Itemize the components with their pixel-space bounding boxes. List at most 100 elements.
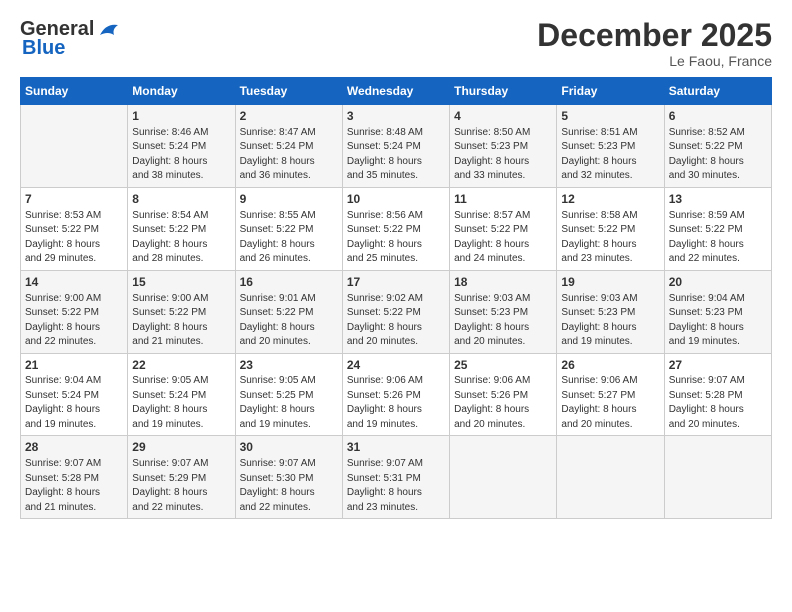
calendar-cell: 14Sunrise: 9:00 AMSunset: 5:22 PMDayligh… <box>21 270 128 353</box>
calendar-cell: 17Sunrise: 9:02 AMSunset: 5:22 PMDayligh… <box>342 270 449 353</box>
calendar-cell <box>664 436 771 519</box>
title-area: December 2025 Le Faou, France <box>537 18 772 69</box>
day-number: 3 <box>347 108 445 125</box>
calendar-cell: 22Sunrise: 9:05 AMSunset: 5:24 PMDayligh… <box>128 353 235 436</box>
day-info: Sunrise: 9:04 AMSunset: 5:24 PMDaylight:… <box>25 374 123 432</box>
day-info: Sunrise: 8:54 AMSunset: 5:22 PMDaylight:… <box>132 209 230 267</box>
month-title: December 2025 <box>537 18 772 53</box>
calendar-cell: 6Sunrise: 8:52 AMSunset: 5:22 PMDaylight… <box>664 105 771 188</box>
calendar-cell: 5Sunrise: 8:51 AMSunset: 5:23 PMDaylight… <box>557 105 664 188</box>
week-row-3: 14Sunrise: 9:00 AMSunset: 5:22 PMDayligh… <box>21 270 772 353</box>
day-number: 16 <box>240 274 338 291</box>
weekday-header-tuesday: Tuesday <box>235 78 342 105</box>
day-number: 9 <box>240 191 338 208</box>
calendar-cell: 26Sunrise: 9:06 AMSunset: 5:27 PMDayligh… <box>557 353 664 436</box>
day-info: Sunrise: 9:00 AMSunset: 5:22 PMDaylight:… <box>25 292 123 350</box>
day-info: Sunrise: 9:04 AMSunset: 5:23 PMDaylight:… <box>669 292 767 350</box>
day-number: 29 <box>132 439 230 456</box>
calendar-cell: 2Sunrise: 8:47 AMSunset: 5:24 PMDaylight… <box>235 105 342 188</box>
calendar-cell: 24Sunrise: 9:06 AMSunset: 5:26 PMDayligh… <box>342 353 449 436</box>
day-number: 21 <box>25 357 123 374</box>
day-info: Sunrise: 8:47 AMSunset: 5:24 PMDaylight:… <box>240 126 338 184</box>
day-number: 11 <box>454 191 552 208</box>
day-info: Sunrise: 8:52 AMSunset: 5:22 PMDaylight:… <box>669 126 767 184</box>
day-info: Sunrise: 9:07 AMSunset: 5:29 PMDaylight:… <box>132 457 230 515</box>
day-info: Sunrise: 9:05 AMSunset: 5:24 PMDaylight:… <box>132 374 230 432</box>
calendar-cell <box>557 436 664 519</box>
calendar-table: SundayMondayTuesdayWednesdayThursdayFrid… <box>20 77 772 519</box>
day-number: 18 <box>454 274 552 291</box>
day-info: Sunrise: 8:46 AMSunset: 5:24 PMDaylight:… <box>132 126 230 184</box>
calendar-cell: 20Sunrise: 9:04 AMSunset: 5:23 PMDayligh… <box>664 270 771 353</box>
logo: General Blue <box>20 18 120 60</box>
day-info: Sunrise: 9:03 AMSunset: 5:23 PMDaylight:… <box>561 292 659 350</box>
day-number: 6 <box>669 108 767 125</box>
calendar-cell: 1Sunrise: 8:46 AMSunset: 5:24 PMDaylight… <box>128 105 235 188</box>
calendar-cell: 18Sunrise: 9:03 AMSunset: 5:23 PMDayligh… <box>450 270 557 353</box>
day-info: Sunrise: 9:06 AMSunset: 5:26 PMDaylight:… <box>454 374 552 432</box>
day-number: 7 <box>25 191 123 208</box>
weekday-header-saturday: Saturday <box>664 78 771 105</box>
weekday-header-wednesday: Wednesday <box>342 78 449 105</box>
day-info: Sunrise: 8:51 AMSunset: 5:23 PMDaylight:… <box>561 126 659 184</box>
calendar-cell <box>450 436 557 519</box>
day-info: Sunrise: 9:06 AMSunset: 5:27 PMDaylight:… <box>561 374 659 432</box>
day-number: 28 <box>25 439 123 456</box>
day-info: Sunrise: 9:07 AMSunset: 5:31 PMDaylight:… <box>347 457 445 515</box>
calendar-cell: 12Sunrise: 8:58 AMSunset: 5:22 PMDayligh… <box>557 187 664 270</box>
logo-blue-text: Blue <box>22 37 65 60</box>
calendar-cell: 11Sunrise: 8:57 AMSunset: 5:22 PMDayligh… <box>450 187 557 270</box>
day-number: 19 <box>561 274 659 291</box>
calendar-cell: 27Sunrise: 9:07 AMSunset: 5:28 PMDayligh… <box>664 353 771 436</box>
weekday-header-row: SundayMondayTuesdayWednesdayThursdayFrid… <box>21 78 772 105</box>
weekday-header-thursday: Thursday <box>450 78 557 105</box>
week-row-4: 21Sunrise: 9:04 AMSunset: 5:24 PMDayligh… <box>21 353 772 436</box>
day-info: Sunrise: 9:06 AMSunset: 5:26 PMDaylight:… <box>347 374 445 432</box>
day-number: 22 <box>132 357 230 374</box>
calendar-cell: 21Sunrise: 9:04 AMSunset: 5:24 PMDayligh… <box>21 353 128 436</box>
week-row-1: 1Sunrise: 8:46 AMSunset: 5:24 PMDaylight… <box>21 105 772 188</box>
day-info: Sunrise: 8:50 AMSunset: 5:23 PMDaylight:… <box>454 126 552 184</box>
day-number: 10 <box>347 191 445 208</box>
calendar-cell: 30Sunrise: 9:07 AMSunset: 5:30 PMDayligh… <box>235 436 342 519</box>
weekday-header-monday: Monday <box>128 78 235 105</box>
calendar-cell <box>21 105 128 188</box>
day-number: 2 <box>240 108 338 125</box>
day-info: Sunrise: 8:55 AMSunset: 5:22 PMDaylight:… <box>240 209 338 267</box>
day-info: Sunrise: 9:07 AMSunset: 5:28 PMDaylight:… <box>669 374 767 432</box>
week-row-2: 7Sunrise: 8:53 AMSunset: 5:22 PMDaylight… <box>21 187 772 270</box>
day-number: 30 <box>240 439 338 456</box>
day-info: Sunrise: 9:00 AMSunset: 5:22 PMDaylight:… <box>132 292 230 350</box>
day-info: Sunrise: 8:48 AMSunset: 5:24 PMDaylight:… <box>347 126 445 184</box>
calendar-cell: 29Sunrise: 9:07 AMSunset: 5:29 PMDayligh… <box>128 436 235 519</box>
calendar-cell: 9Sunrise: 8:55 AMSunset: 5:22 PMDaylight… <box>235 187 342 270</box>
calendar-cell: 31Sunrise: 9:07 AMSunset: 5:31 PMDayligh… <box>342 436 449 519</box>
calendar-cell: 7Sunrise: 8:53 AMSunset: 5:22 PMDaylight… <box>21 187 128 270</box>
day-info: Sunrise: 8:58 AMSunset: 5:22 PMDaylight:… <box>561 209 659 267</box>
calendar-cell: 23Sunrise: 9:05 AMSunset: 5:25 PMDayligh… <box>235 353 342 436</box>
day-number: 5 <box>561 108 659 125</box>
calendar-cell: 19Sunrise: 9:03 AMSunset: 5:23 PMDayligh… <box>557 270 664 353</box>
calendar-cell: 13Sunrise: 8:59 AMSunset: 5:22 PMDayligh… <box>664 187 771 270</box>
day-number: 31 <box>347 439 445 456</box>
weekday-header-sunday: Sunday <box>21 78 128 105</box>
day-number: 13 <box>669 191 767 208</box>
day-info: Sunrise: 9:07 AMSunset: 5:30 PMDaylight:… <box>240 457 338 515</box>
day-info: Sunrise: 8:56 AMSunset: 5:22 PMDaylight:… <box>347 209 445 267</box>
week-row-5: 28Sunrise: 9:07 AMSunset: 5:28 PMDayligh… <box>21 436 772 519</box>
location: Le Faou, France <box>537 53 772 69</box>
calendar-cell: 25Sunrise: 9:06 AMSunset: 5:26 PMDayligh… <box>450 353 557 436</box>
calendar-cell: 28Sunrise: 9:07 AMSunset: 5:28 PMDayligh… <box>21 436 128 519</box>
calendar-cell: 10Sunrise: 8:56 AMSunset: 5:22 PMDayligh… <box>342 187 449 270</box>
day-info: Sunrise: 8:59 AMSunset: 5:22 PMDaylight:… <box>669 209 767 267</box>
day-number: 1 <box>132 108 230 125</box>
day-number: 27 <box>669 357 767 374</box>
day-number: 25 <box>454 357 552 374</box>
calendar-cell: 4Sunrise: 8:50 AMSunset: 5:23 PMDaylight… <box>450 105 557 188</box>
day-number: 26 <box>561 357 659 374</box>
day-number: 24 <box>347 357 445 374</box>
day-number: 14 <box>25 274 123 291</box>
day-number: 4 <box>454 108 552 125</box>
calendar-header: General Blue December 2025 Le Faou, Fran… <box>20 18 772 69</box>
calendar-cell: 3Sunrise: 8:48 AMSunset: 5:24 PMDaylight… <box>342 105 449 188</box>
